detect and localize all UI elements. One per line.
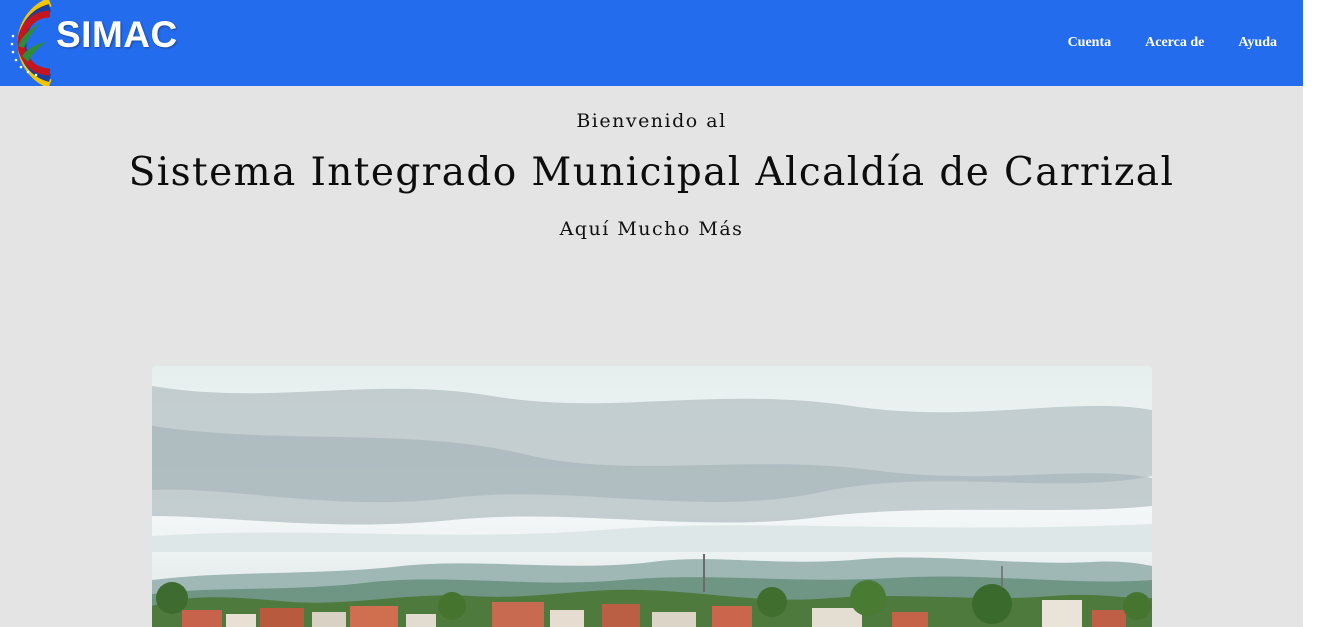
- hero-title: Sistema Integrado Municipal Alcaldía de …: [128, 150, 1175, 195]
- brand-name[interactable]: SIMAC: [56, 14, 178, 56]
- hero-subtitle: Aquí Mucho Más: [559, 218, 744, 240]
- nav-link-acerca-de[interactable]: Acerca de: [1145, 35, 1204, 51]
- nav-menu: Cuenta Acerca de Ayuda: [1034, 35, 1277, 51]
- navbar: SIMAC Cuenta Acerca de Ayuda: [0, 0, 1303, 86]
- logo-emblem-icon: [10, 0, 52, 86]
- hero-landscape-image: [152, 366, 1152, 627]
- page: SIMAC Cuenta Acerca de Ayuda Bienvenido …: [0, 0, 1303, 627]
- nav-link-ayuda[interactable]: Ayuda: [1238, 35, 1277, 51]
- hero-pretitle: Bienvenido al: [576, 110, 727, 132]
- nav-link-cuenta[interactable]: Cuenta: [1068, 35, 1112, 51]
